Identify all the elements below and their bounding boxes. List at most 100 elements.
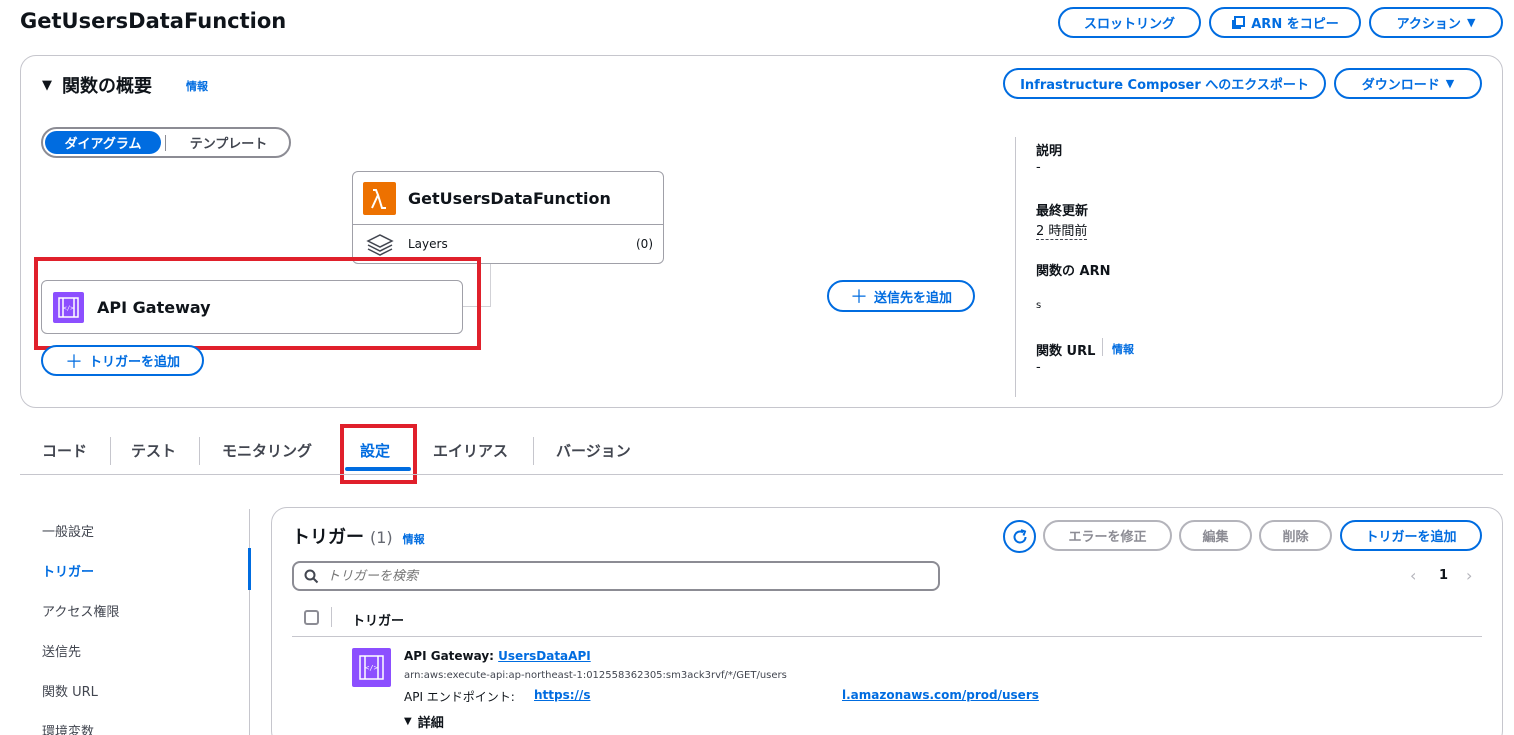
delete-label: 削除 bbox=[1282, 530, 1309, 545]
layers-label: Layers bbox=[408, 237, 448, 251]
api-endpoint-link-end[interactable]: l.amazonaws.com/prod/users bbox=[842, 688, 1039, 702]
export-composer-button[interactable]: Infrastructure Composer へのエクスポート bbox=[1003, 68, 1326, 99]
template-toggle-button[interactable]: テンプレート bbox=[170, 131, 287, 154]
tab-versions[interactable]: バージョン bbox=[556, 440, 631, 461]
layers-icon bbox=[366, 234, 394, 256]
details-expander[interactable]: ▼ 詳細 bbox=[404, 712, 444, 731]
caret-down-icon: ▼ bbox=[1445, 77, 1455, 90]
triggers-info-link[interactable]: 情報 bbox=[403, 531, 425, 547]
sidebar-active-indicator bbox=[248, 548, 251, 590]
last-modified-value[interactable]: 2 時間前 bbox=[1036, 220, 1088, 240]
sidebar-item-permissions[interactable]: アクセス権限 bbox=[42, 601, 119, 620]
toggle-divider bbox=[165, 134, 166, 151]
sidebar-divider bbox=[249, 509, 250, 735]
tab-divider bbox=[533, 437, 534, 465]
diagram-toggle-label: ダイアグラム bbox=[64, 137, 142, 152]
description-value: - bbox=[1036, 160, 1041, 175]
function-url-value: - bbox=[1036, 360, 1041, 375]
add-destination-label: 送信先を追加 bbox=[873, 290, 952, 306]
details-divider bbox=[1015, 137, 1016, 397]
trigger-search-field[interactable] bbox=[292, 561, 940, 591]
header-underline bbox=[292, 636, 1482, 637]
trigger-search-input[interactable] bbox=[327, 568, 887, 584]
tab-divider bbox=[199, 437, 200, 465]
triggers-count: (1) bbox=[370, 528, 393, 547]
sidebar-item-function-url[interactable]: 関数 URL bbox=[42, 681, 98, 700]
function-card[interactable]: GetUsersDataFunction Layers (0) bbox=[352, 171, 664, 264]
refresh-icon bbox=[1013, 528, 1026, 543]
template-toggle-label: テンプレート bbox=[189, 137, 268, 152]
lambda-icon bbox=[363, 182, 396, 215]
card-divider bbox=[353, 224, 663, 225]
tab-code[interactable]: コード bbox=[42, 440, 87, 461]
export-composer-label: Infrastructure Composer へのエクスポート bbox=[1020, 78, 1309, 93]
details-label: 詳細 bbox=[417, 716, 444, 731]
sidebar-item-env-vars[interactable]: 環境変数 bbox=[42, 721, 94, 735]
api-endpoint-link[interactable]: https://s bbox=[534, 688, 590, 702]
function-url-info-link[interactable]: 情報 bbox=[1112, 341, 1134, 357]
sidebar-item-destinations[interactable]: 送信先 bbox=[42, 641, 81, 660]
overview-title: 関数の概要 bbox=[62, 76, 152, 97]
add-trigger-label: トリガーを追加 bbox=[88, 355, 180, 370]
tab-divider bbox=[110, 437, 111, 465]
edit-button[interactable]: 編集 bbox=[1179, 520, 1252, 551]
pagination-next-icon[interactable]: › bbox=[1466, 566, 1472, 585]
overview-collapse-toggle[interactable]: ▼ 関数の概要 bbox=[42, 72, 152, 98]
caret-down-icon: ▼ bbox=[1466, 16, 1476, 29]
throttle-button[interactable]: スロットリング bbox=[1058, 7, 1201, 38]
tab-test[interactable]: テスト bbox=[131, 440, 176, 461]
edit-label: 編集 bbox=[1202, 530, 1229, 545]
function-card-title: GetUsersDataFunction bbox=[408, 189, 611, 208]
plus-icon: ＋ bbox=[64, 351, 83, 373]
add-trigger-button-overview[interactable]: ＋ トリガーを追加 bbox=[41, 345, 204, 376]
function-arn-label: 関数の ARN bbox=[1036, 264, 1111, 279]
plus-icon: ＋ bbox=[849, 287, 868, 308]
function-overview-panel bbox=[20, 55, 1503, 408]
page-title: GetUsersDataFunction bbox=[20, 9, 287, 33]
search-icon bbox=[304, 569, 319, 583]
actions-label: アクション bbox=[1396, 17, 1461, 32]
caret-down-icon: ▼ bbox=[42, 77, 52, 93]
sidebar-item-triggers[interactable]: トリガー bbox=[42, 561, 94, 580]
diagram-toggle-button[interactable]: ダイアグラム bbox=[45, 131, 161, 154]
api-name-link[interactable]: UsersDataAPI bbox=[498, 649, 591, 663]
fix-errors-label: エラーを修正 bbox=[1068, 530, 1147, 545]
add-destination-button[interactable]: ＋ 送信先を追加 bbox=[827, 280, 975, 312]
column-divider bbox=[331, 607, 332, 627]
view-toggle: ダイアグラム テンプレート bbox=[41, 127, 291, 158]
triggers-title: トリガー bbox=[292, 527, 364, 548]
copy-arn-button[interactable]: ARN をコピー bbox=[1209, 7, 1361, 38]
add-trigger-button[interactable]: トリガーを追加 bbox=[1340, 520, 1482, 551]
tab-monitoring[interactable]: モニタリング bbox=[222, 440, 312, 461]
actions-dropdown[interactable]: アクション ▼ bbox=[1369, 7, 1503, 38]
connector-line bbox=[490, 263, 491, 307]
triggers-title-group: トリガー (1) 情報 bbox=[292, 523, 425, 549]
throttle-label: スロットリング bbox=[1083, 17, 1175, 32]
function-url-divider bbox=[1102, 338, 1103, 356]
pagination-prev-icon[interactable]: ‹ bbox=[1410, 566, 1416, 585]
layers-count: (0) bbox=[636, 237, 653, 251]
function-arn-value: s bbox=[1036, 300, 1042, 311]
trigger-column-header: トリガー bbox=[352, 614, 405, 629]
trigger-row-title: API Gateway: UsersDataAPI bbox=[404, 649, 591, 663]
last-modified-label: 最終更新 bbox=[1036, 204, 1089, 219]
delete-button[interactable]: 削除 bbox=[1259, 520, 1332, 551]
api-endpoint-label: API エンドポイント: bbox=[404, 690, 515, 704]
svg-text:</>: </> bbox=[365, 664, 378, 672]
api-gateway-icon: </> bbox=[352, 648, 391, 687]
sidebar-item-general[interactable]: 一般設定 bbox=[42, 521, 94, 540]
refresh-button[interactable] bbox=[1003, 520, 1036, 553]
download-dropdown[interactable]: ダウンロード ▼ bbox=[1334, 68, 1482, 99]
add-trigger-label: トリガーを追加 bbox=[1365, 530, 1457, 545]
caret-down-icon: ▼ bbox=[404, 716, 412, 727]
overview-info-link[interactable]: 情報 bbox=[186, 78, 208, 94]
highlight-box bbox=[34, 257, 481, 350]
download-label: ダウンロード bbox=[1361, 78, 1440, 93]
pagination-page-number[interactable]: 1 bbox=[1439, 568, 1448, 583]
tab-aliases[interactable]: エイリアス bbox=[433, 440, 508, 461]
fix-errors-button[interactable]: エラーを修正 bbox=[1043, 520, 1172, 551]
highlight-box bbox=[340, 424, 417, 484]
select-all-checkbox[interactable] bbox=[304, 610, 319, 625]
trigger-type-label: API Gateway: bbox=[404, 649, 499, 663]
description-label: 説明 bbox=[1036, 144, 1063, 159]
